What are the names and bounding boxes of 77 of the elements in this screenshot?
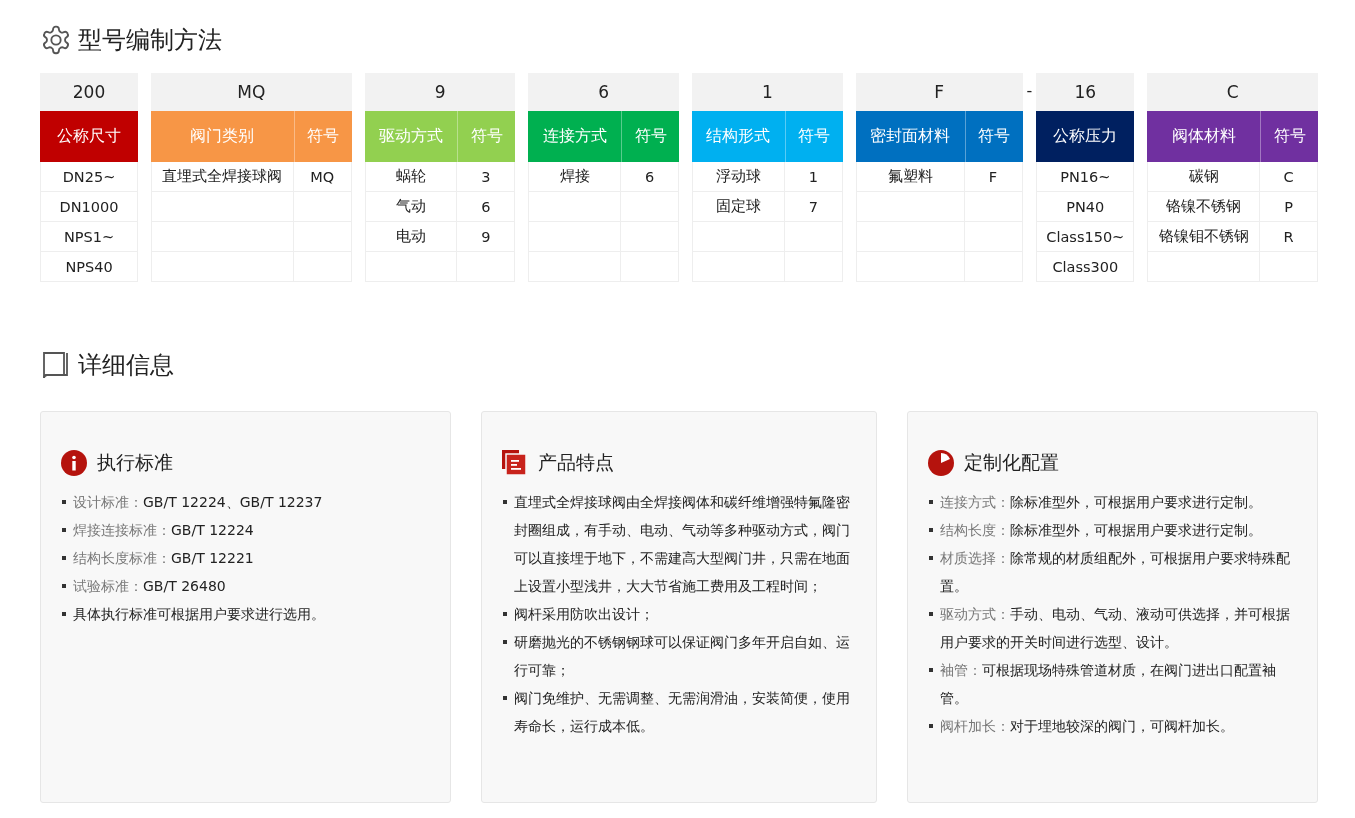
list-item: 试验标准：GB/T 26480 bbox=[61, 572, 430, 600]
table-cell: 蜗轮 bbox=[364, 162, 457, 191]
code-value: 16 bbox=[1036, 73, 1135, 111]
table-cell: DN25~ bbox=[40, 162, 138, 191]
table-cell: 6 bbox=[456, 192, 516, 221]
list-item: 材质选择：除常规的材质组配外，可根据用户要求特殊配置。 bbox=[928, 544, 1297, 600]
column-header: 公称尺寸 bbox=[56, 125, 122, 147]
table-cell: 3 bbox=[456, 162, 516, 191]
table-cell: 9 bbox=[456, 222, 516, 251]
gear-icon bbox=[40, 24, 72, 56]
table-cell: 气动 bbox=[364, 192, 457, 221]
code-value: 200 bbox=[40, 73, 138, 111]
list-item: 设计标准：GB/T 12224、GB/T 12237 bbox=[61, 488, 430, 516]
column-header: 符号 bbox=[457, 111, 516, 162]
info-icon bbox=[61, 450, 87, 476]
table-cell: MQ bbox=[292, 162, 352, 191]
section-title: 详细信息 bbox=[78, 350, 174, 381]
table-cell: 1 bbox=[783, 162, 843, 191]
table-cell: 浮动球 bbox=[692, 162, 784, 191]
code-value: 1 bbox=[692, 73, 843, 111]
table-cell: 铬镍不锈钢 bbox=[1147, 192, 1259, 221]
column-header: 符号 bbox=[621, 111, 680, 162]
column-header: 密封面材料 bbox=[869, 125, 952, 147]
code-value: C bbox=[1147, 73, 1318, 111]
list-item: 结构长度标准：GB/T 12221 bbox=[61, 544, 430, 572]
table-cell: 电动 bbox=[364, 222, 457, 251]
table-cell: P bbox=[1259, 192, 1318, 221]
table-cell: C bbox=[1259, 162, 1318, 191]
dash-separator: - bbox=[1026, 80, 1033, 100]
table-cell: 铬镍钼不锈钢 bbox=[1147, 222, 1259, 251]
table-cell: 氟塑料 bbox=[855, 162, 964, 191]
list-item: 驱动方式：手动、电动、气动、液动可供选择，并可根据用户要求的开关时间进行选型、设计。 bbox=[928, 600, 1297, 656]
list-item: 连接方式：除标准型外，可根据用户要求进行定制。 bbox=[928, 488, 1297, 516]
card-title: 定制化配置 bbox=[964, 450, 1059, 475]
list-item: 阀杆采用防吹出设计； bbox=[502, 600, 856, 628]
table-cell: Class150~ bbox=[1036, 222, 1135, 251]
list-item: 袖管：可根据现场特殊管道材质，在阀门进出口配置袖管。 bbox=[928, 656, 1297, 712]
card-title: 执行标准 bbox=[97, 450, 173, 475]
code-value: F bbox=[855, 73, 1023, 111]
table-cell: NPS1~ bbox=[40, 222, 138, 251]
column-header: 驱动方式 bbox=[378, 125, 445, 147]
code-value: 6 bbox=[528, 73, 680, 111]
list-item: 结构长度：除标准型外，可根据用户要求进行定制。 bbox=[928, 516, 1297, 544]
list-item: 阀杆加长：对于埋地较深的阀门，可阀杆加长。 bbox=[928, 712, 1297, 740]
table-cell: 直埋式全焊接球阀 bbox=[151, 162, 293, 191]
list-item: 阀门免维护、无需调整、无需润滑油，安装简便，使用寿命长，运行成本低。 bbox=[502, 684, 856, 740]
list-item: 直埋式全焊接球阀由全焊接阀体和碳纤维增强特氟隆密封圈组成，有手动、电动、气动等多种驱动方式，阀门可以直接埋于地下，不需建高大型阀门井，只需在地面上设置小型浅井，大大节省施工费用及工程时间； bbox=[502, 488, 856, 600]
list-item: 研磨抛光的不锈钢钢球可以保证阀门多年开启自如、运行可靠； bbox=[502, 628, 856, 684]
column-header: 符号 bbox=[293, 111, 352, 162]
table-cell: 6 bbox=[620, 162, 680, 191]
table-cell: 固定球 bbox=[692, 192, 784, 221]
table-cell: PN16~ bbox=[1036, 162, 1135, 191]
list-item: 具体执行标准可根据用户要求进行选用。 bbox=[61, 600, 430, 628]
column-header: 结构形式 bbox=[705, 125, 772, 147]
column-header: 连接方式 bbox=[541, 125, 608, 147]
column-header: 符号 bbox=[1260, 111, 1318, 162]
table-cell: R bbox=[1259, 222, 1318, 251]
card-title: 产品特点 bbox=[538, 450, 614, 475]
table-cell: PN40 bbox=[1036, 192, 1135, 221]
section-title: 型号编制方法 bbox=[78, 25, 222, 56]
table-cell: NPS40 bbox=[40, 252, 138, 281]
list-item: 焊接连接标准：GB/T 12224 bbox=[61, 516, 430, 544]
column-header: 阀体材料 bbox=[1170, 125, 1237, 147]
table-cell: 焊接 bbox=[528, 162, 621, 191]
document-icon bbox=[502, 450, 528, 476]
table-cell: Class300 bbox=[1036, 252, 1135, 281]
column-header: 阀门类别 bbox=[189, 125, 256, 147]
table-cell: 碳钢 bbox=[1147, 162, 1259, 191]
table-cell: 7 bbox=[783, 192, 843, 221]
table-cell: DN1000 bbox=[40, 192, 138, 221]
column-header: 符号 bbox=[784, 111, 843, 162]
column-header: 符号 bbox=[964, 111, 1023, 162]
code-value: 9 bbox=[364, 73, 516, 111]
pie-chart-icon bbox=[928, 450, 954, 476]
table-cell: F bbox=[963, 162, 1023, 191]
code-value: MQ bbox=[151, 73, 352, 111]
column-header: 公称压力 bbox=[1052, 125, 1119, 147]
